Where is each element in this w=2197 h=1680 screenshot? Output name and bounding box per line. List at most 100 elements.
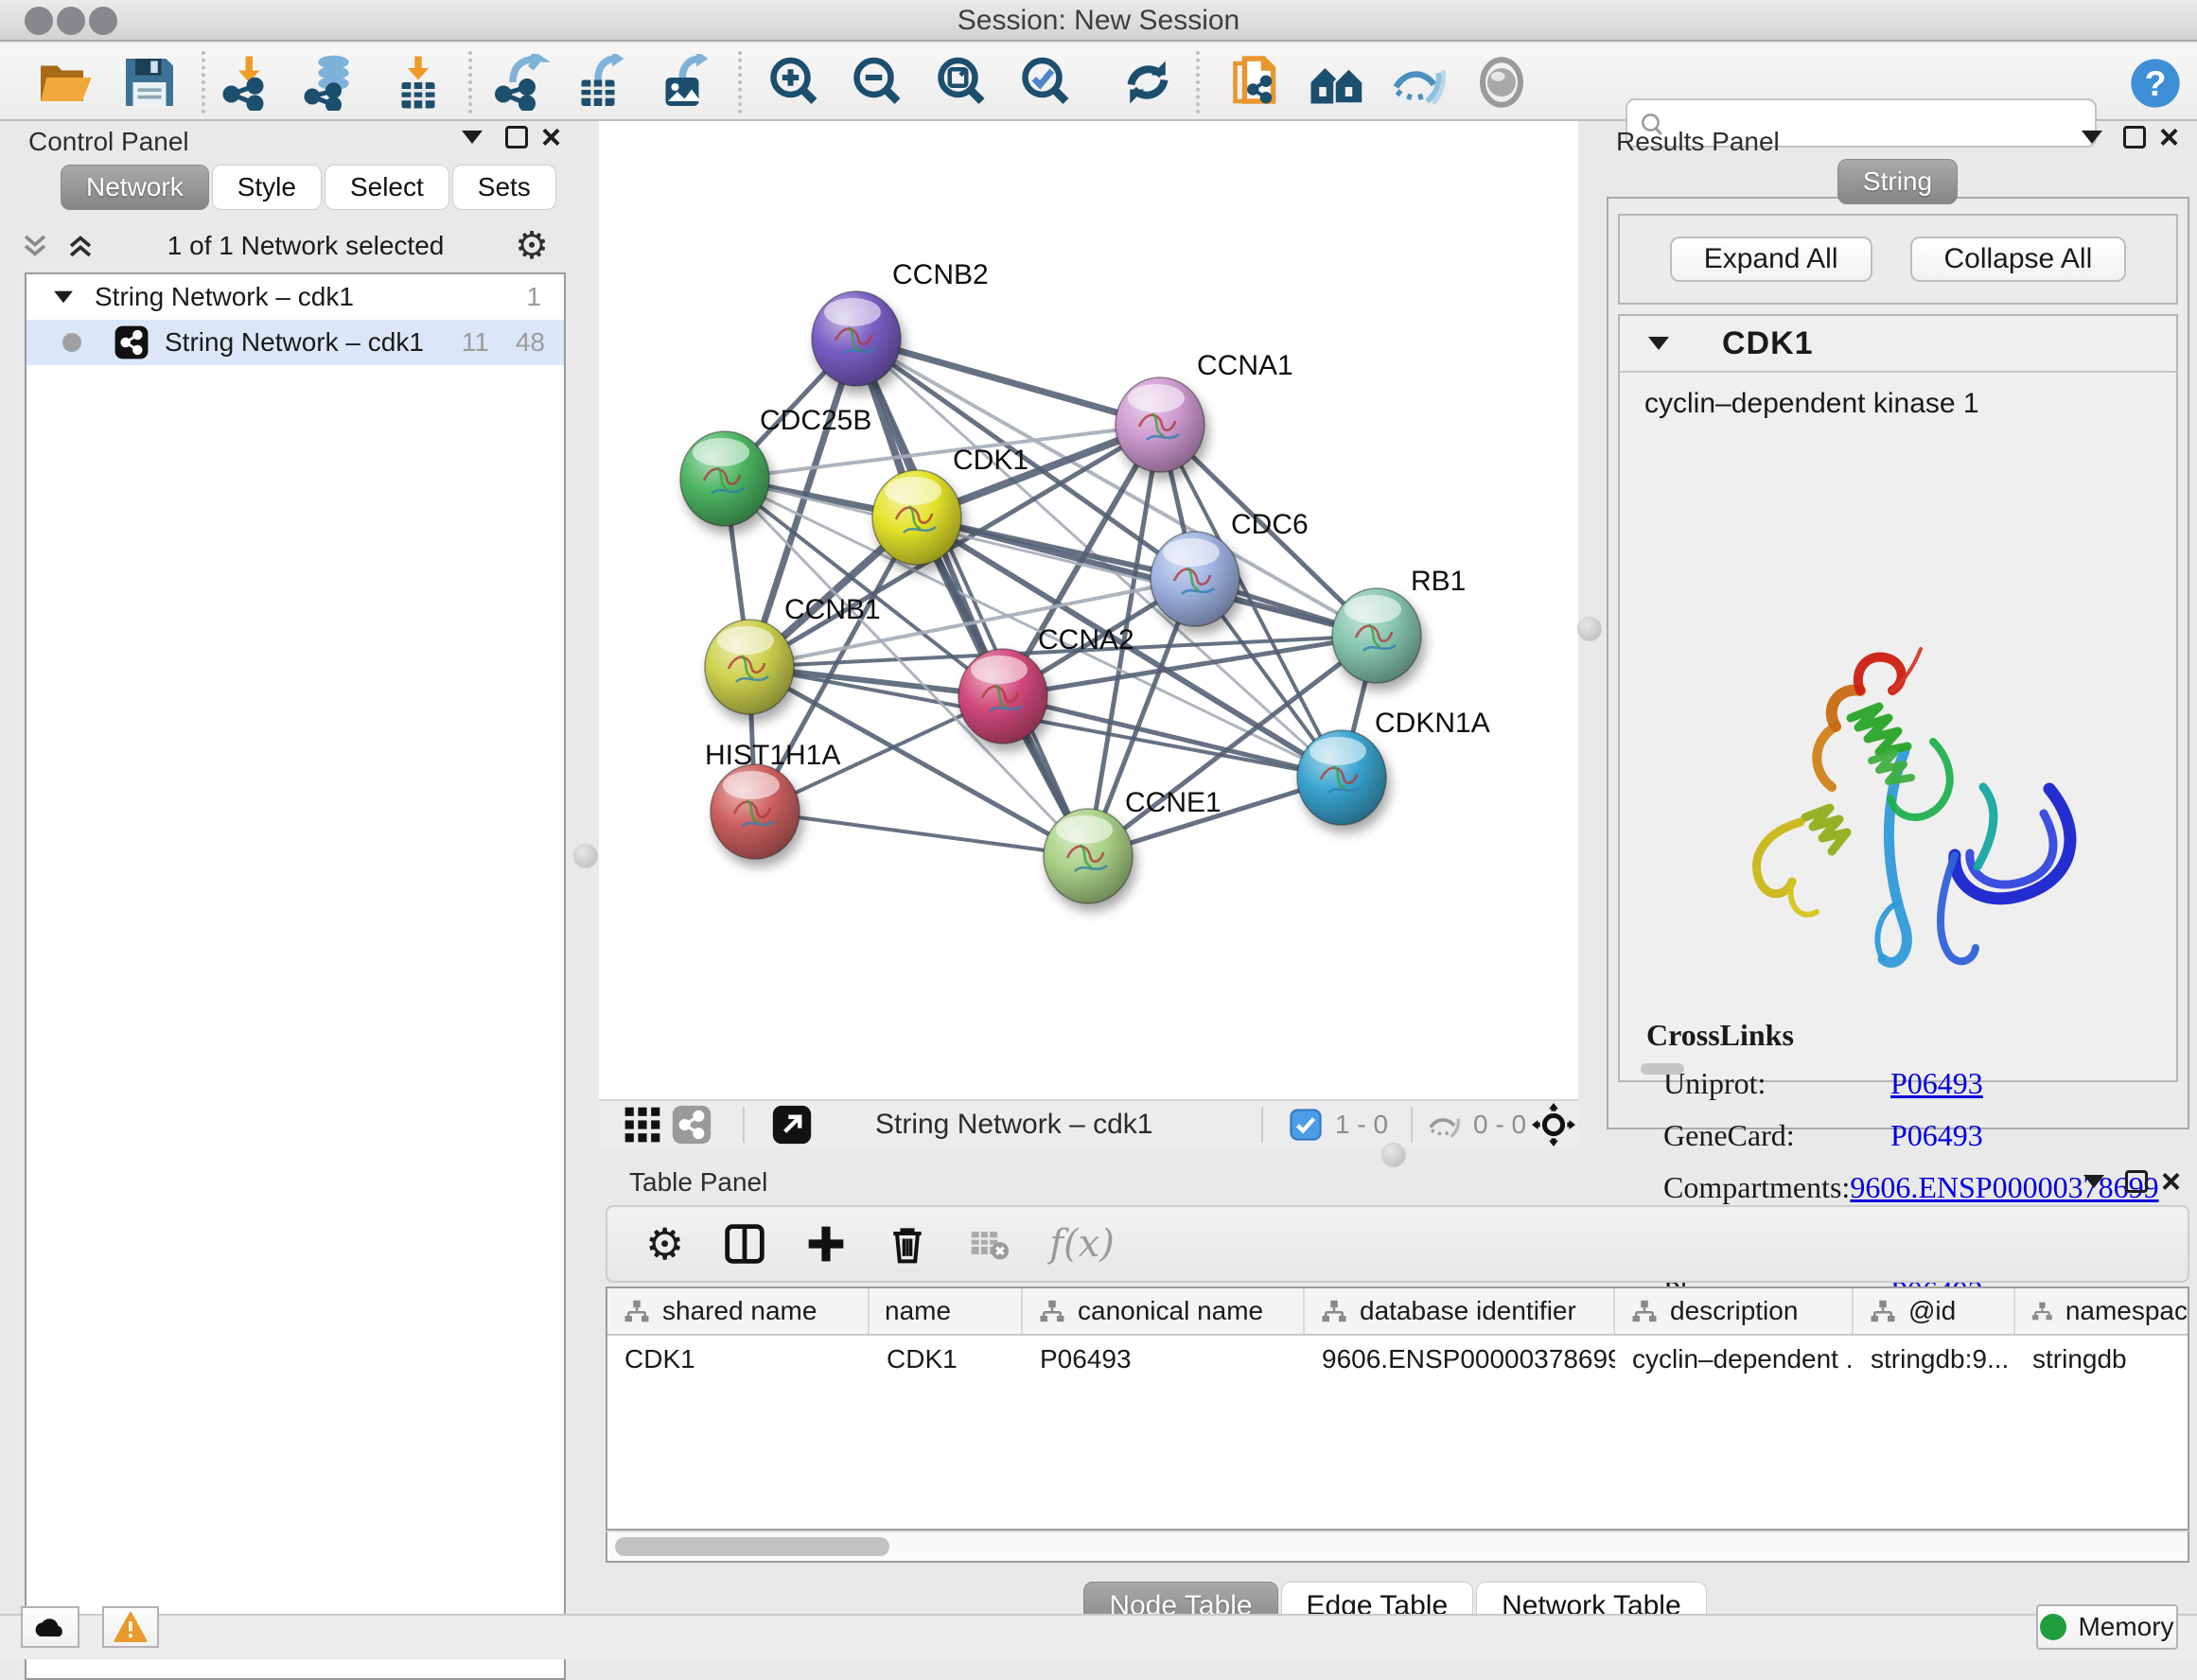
table-panel-float-icon[interactable] (2083, 1165, 2104, 1198)
results-panel-close-icon[interactable]: × (2159, 121, 2179, 153)
panel-divider[interactable] (596, 1146, 2197, 1165)
control-panel-close-icon[interactable]: × (541, 121, 561, 153)
gear-icon[interactable]: ⚙ (515, 224, 549, 268)
control-panel-undock-icon[interactable] (505, 121, 528, 153)
network-canvas[interactable]: CCNB2CCNA1CDC25BCDK1CDC6RB1CCNB1CCNA2CDK… (599, 121, 1578, 1099)
collapse-all-button[interactable]: Collapse All (1910, 236, 2127, 282)
column-header-database-identifier[interactable]: database identifier (1305, 1288, 1615, 1334)
network-node-ccnb2[interactable] (812, 291, 901, 386)
table-panel-undock-icon[interactable] (2125, 1165, 2148, 1198)
expand-all-icon[interactable] (64, 230, 97, 262)
table-panel-close-icon[interactable]: × (2161, 1165, 2181, 1198)
grid-view-icon[interactable] (622, 1104, 663, 1146)
column-header-name[interactable]: name (870, 1288, 1023, 1334)
network-node-cdc25b[interactable] (680, 431, 769, 526)
cell--id[interactable]: stringdb:9... (1854, 1336, 2015, 1383)
import-database-icon[interactable] (303, 54, 360, 111)
panel-divider[interactable] (1578, 121, 1601, 1146)
hide-eye-icon[interactable] (1389, 54, 1446, 111)
tab-sets[interactable]: Sets (452, 165, 556, 210)
gear-icon[interactable]: ⚙ (645, 1218, 684, 1269)
cell-canonical-name[interactable]: P06493 (1023, 1336, 1305, 1383)
export-table-icon[interactable] (574, 54, 631, 111)
export-network-icon[interactable] (494, 54, 551, 111)
network-node-hist1h1a[interactable] (711, 764, 800, 859)
zoom-out-icon[interactable] (848, 54, 905, 111)
open-folder-icon[interactable] (36, 54, 93, 111)
divider-grab-icon[interactable] (1577, 617, 1602, 641)
fit-content-icon[interactable] (1532, 1103, 1575, 1146)
column-header-shared-name[interactable]: shared name (607, 1288, 870, 1334)
network-graph[interactable]: CCNB2CCNA1CDC25BCDK1CDC6RB1CCNB1CCNA2CDK… (599, 121, 1578, 1099)
cloud-button[interactable] (21, 1606, 79, 1648)
clone-network-icon[interactable] (1228, 54, 1285, 111)
node-result-header[interactable]: CDK1 (1620, 316, 2176, 373)
network-node-cdk1[interactable] (872, 470, 961, 565)
add-column-icon[interactable] (805, 1223, 847, 1265)
delete-column-icon[interactable] (887, 1223, 928, 1265)
cell-database-identifier[interactable]: 9606.ENSP00000378699 (1305, 1336, 1615, 1383)
network-node-ccnb1[interactable] (705, 620, 794, 714)
string-view-icon[interactable] (671, 1104, 712, 1146)
zoom-in-icon[interactable] (765, 54, 821, 111)
toolbar-divider (1196, 51, 1200, 114)
node-attribute-icon (1038, 1299, 1066, 1323)
crosslink-value-link[interactable]: P06493 (1890, 1066, 1983, 1101)
home-icon[interactable] (1309, 54, 1365, 111)
tab-style[interactable]: Style (212, 165, 322, 210)
column-header--id[interactable]: @id (1854, 1288, 2015, 1334)
tab-select[interactable]: Select (325, 165, 449, 210)
divider-grab-icon[interactable] (573, 844, 598, 868)
import-table-icon[interactable] (390, 54, 447, 111)
memory-button[interactable]: Memory (2036, 1604, 2178, 1650)
zoom-fit-icon[interactable] (932, 54, 989, 111)
cell-shared-name[interactable]: CDK1 (607, 1336, 870, 1383)
network-node-cdkn1a[interactable] (1297, 730, 1386, 825)
refresh-icon[interactable] (1119, 54, 1176, 111)
tab-network[interactable]: Network (61, 165, 209, 210)
table-row[interactable]: CDK1CDK1P064939606.ENSP00000378699cyclin… (607, 1336, 2188, 1383)
collapse-entry-icon[interactable] (1648, 337, 1669, 350)
column-header-description[interactable]: description (1615, 1288, 1854, 1334)
control-panel-float-icon[interactable] (462, 121, 483, 153)
columns-icon[interactable] (724, 1223, 765, 1265)
selected-checkbox-icon[interactable] (1290, 1109, 1322, 1141)
horizontal-scrollbar[interactable] (606, 1531, 2189, 1563)
collapse-all-icon[interactable] (19, 230, 51, 262)
network-tree-root-row[interactable]: String Network – cdk1 1 (26, 274, 564, 320)
eye-icon[interactable] (1473, 54, 1530, 111)
network-node-ccne1[interactable] (1044, 809, 1133, 903)
column-header-canonical-name[interactable]: canonical name (1023, 1288, 1305, 1334)
network-tree-row[interactable]: String Network – cdk1 11 48 (26, 320, 564, 365)
results-panel-float-icon[interactable] (2082, 121, 2102, 153)
import-network-icon[interactable] (220, 54, 276, 111)
cell-description[interactable]: cyclin–dependent ... (1615, 1336, 1854, 1383)
network-node-rb1[interactable] (1332, 588, 1421, 683)
network-node-ccna1[interactable] (1116, 377, 1204, 472)
zoom-selected-icon[interactable] (1016, 54, 1073, 111)
cell-namespac[interactable]: stringdb (2015, 1336, 2189, 1383)
cell-name[interactable]: CDK1 (870, 1336, 1023, 1383)
column-header-namespac[interactable]: namespac (2015, 1288, 2189, 1334)
tree-expander-icon[interactable] (54, 291, 73, 304)
save-icon[interactable] (121, 54, 178, 111)
column-label: name (885, 1296, 951, 1326)
tab-string[interactable]: String (1837, 159, 1958, 204)
node-table[interactable]: shared name name canonical namedatabase id… (606, 1286, 2189, 1531)
network-view-toolbar: String Network – cdk1 1 - 0 0 - 0 (599, 1099, 1578, 1146)
mini-scrollbar[interactable] (1641, 1063, 1684, 1075)
open-in-new-icon[interactable] (771, 1104, 813, 1146)
warnings-button[interactable] (102, 1606, 159, 1648)
close-icon: × (541, 126, 561, 149)
network-node-ccna2[interactable] (958, 649, 1047, 744)
scrollbar-thumb[interactable] (615, 1537, 889, 1556)
export-image-icon[interactable] (659, 54, 715, 111)
expand-all-button[interactable]: Expand All (1670, 236, 1872, 282)
control-panel-tabs: NetworkStyleSelectSets (61, 165, 559, 210)
results-panel-undock-icon[interactable] (2123, 121, 2146, 153)
network-node-cdc6[interactable] (1151, 532, 1239, 626)
panel-divider[interactable] (571, 121, 599, 1614)
toolbar-divider (468, 51, 472, 114)
divider-grab-icon[interactable] (1381, 1143, 1406, 1167)
help-icon[interactable]: ? (2129, 57, 2182, 110)
